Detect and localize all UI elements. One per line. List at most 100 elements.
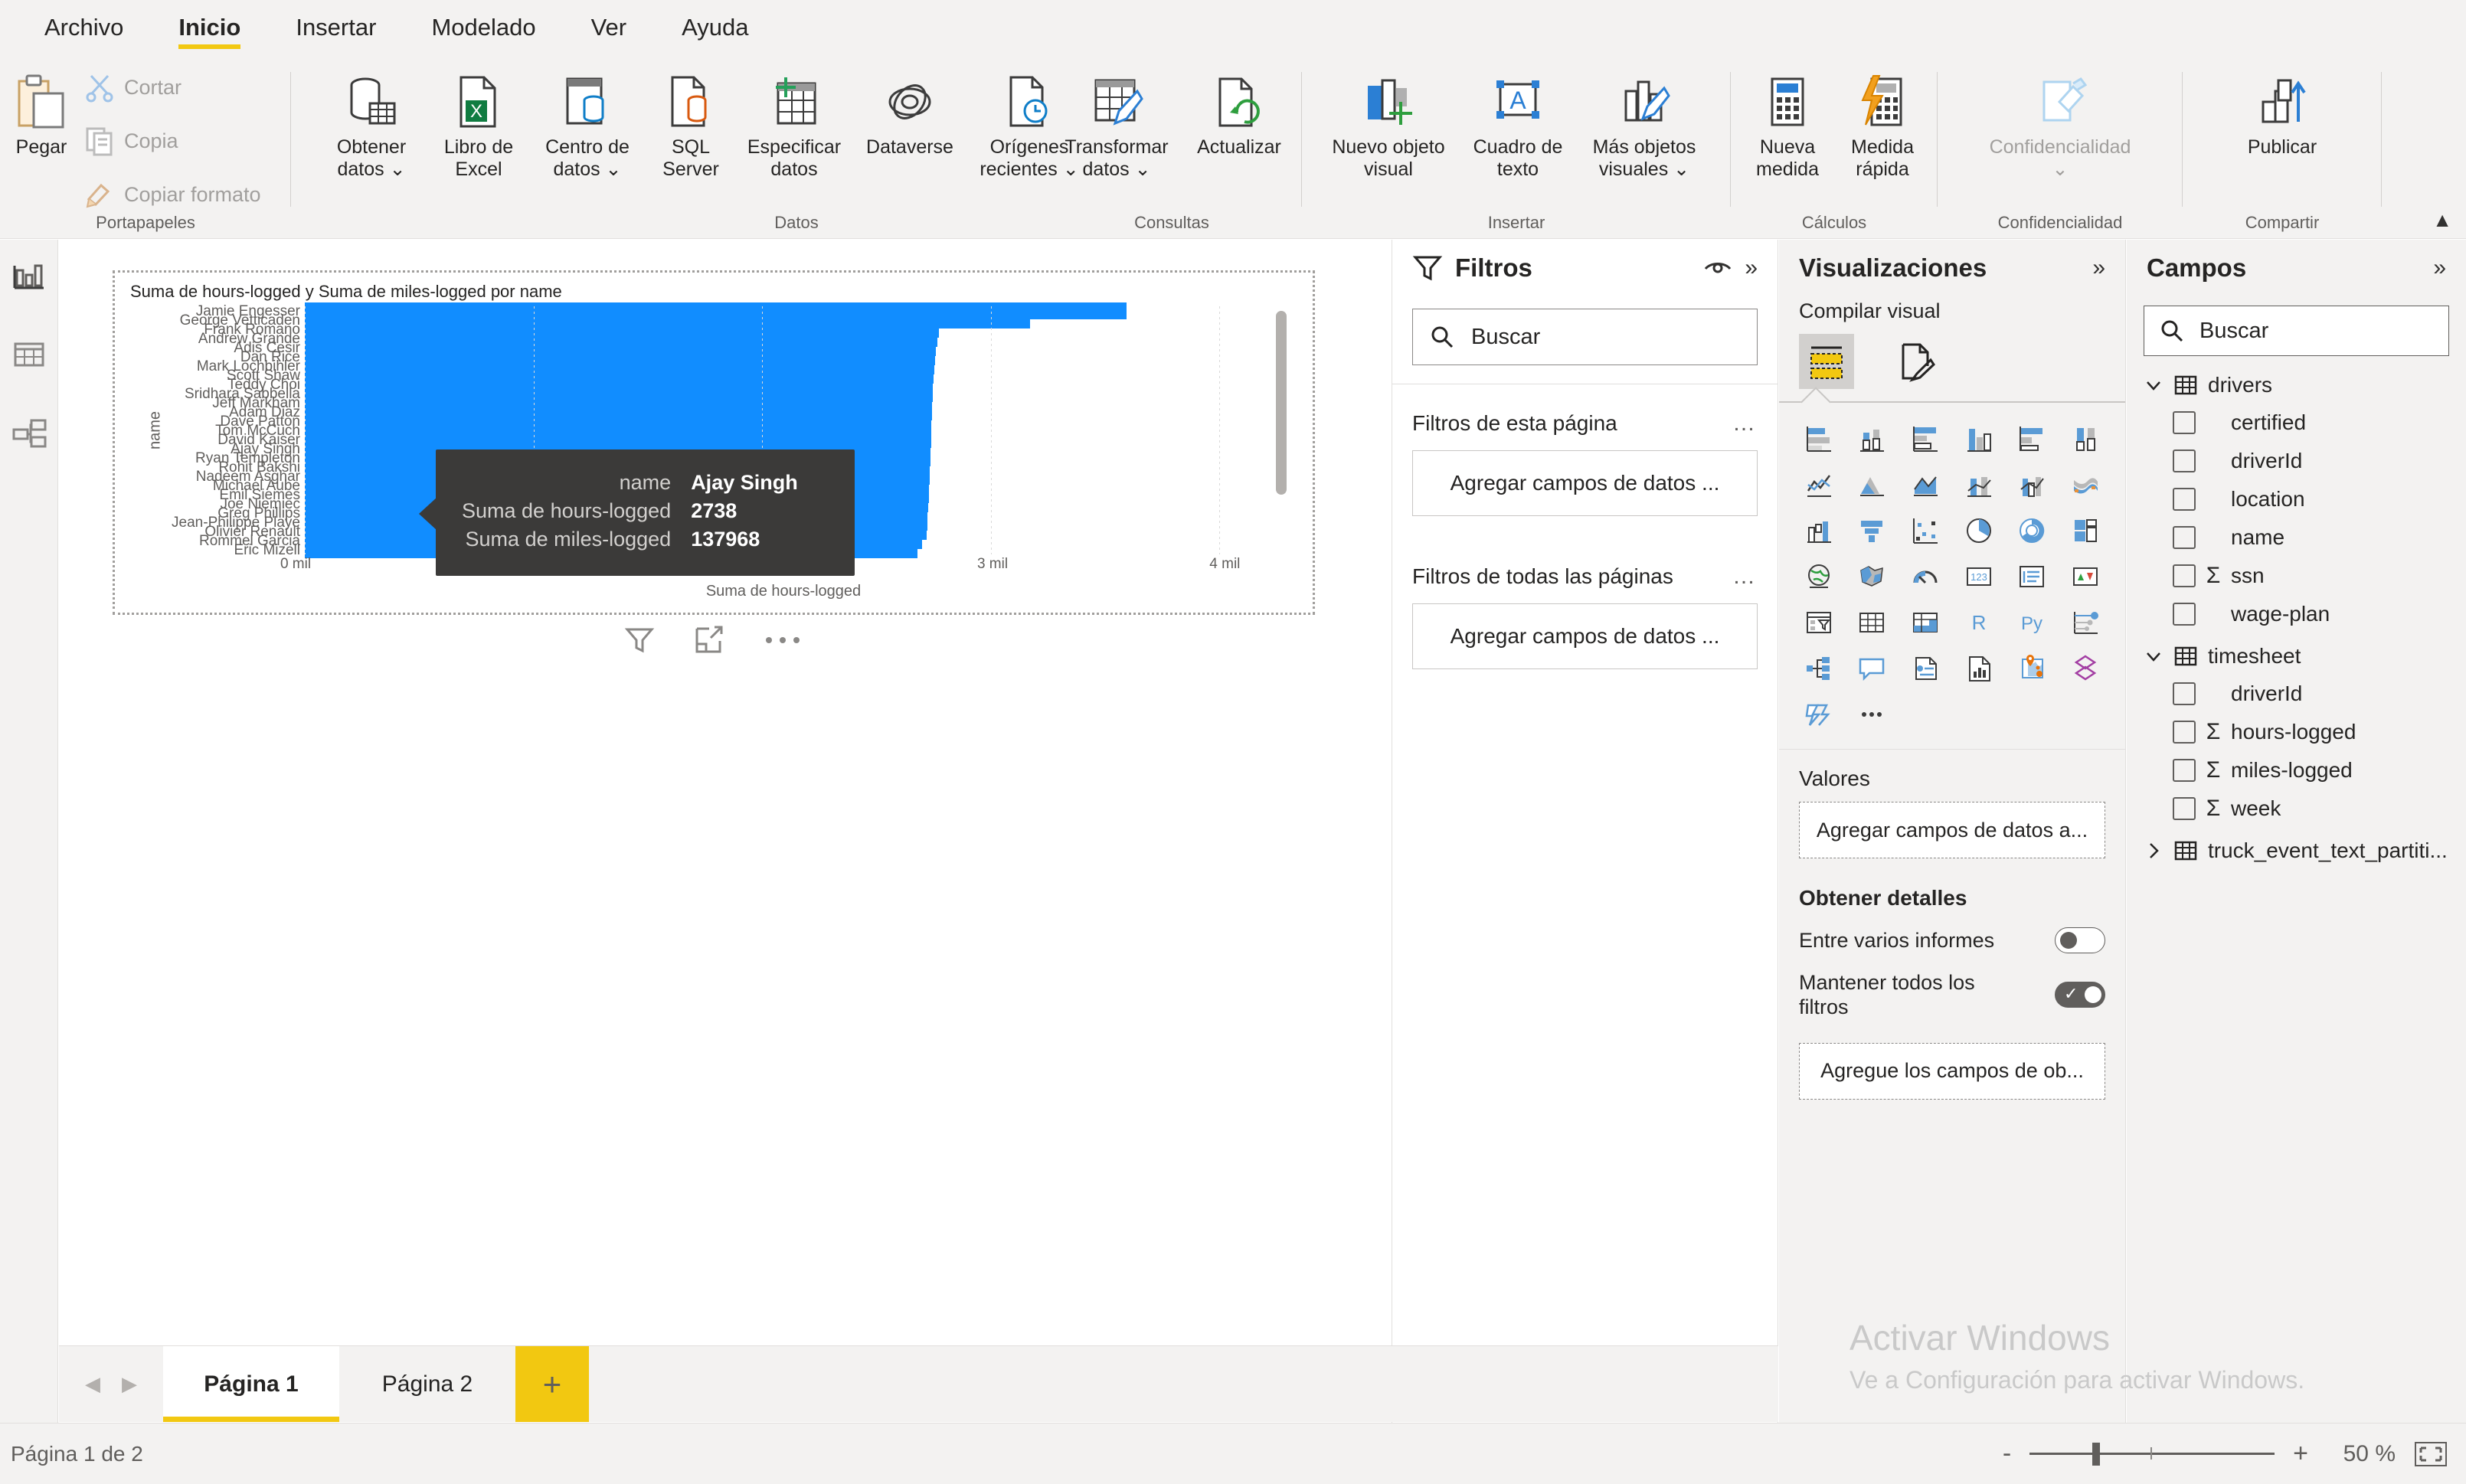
get-data-button[interactable]: Obtener datos ⌄ <box>314 69 429 181</box>
field-driverid[interactable]: ΣdriverId <box>2173 448 2466 474</box>
key-influencers-visual-icon[interactable] <box>2059 602 2111 643</box>
publish-button[interactable]: Publicar <box>2213 69 2351 159</box>
collapse-filters-chevron-icon[interactable]: » <box>1745 255 1758 281</box>
qna-visual-icon[interactable] <box>1846 648 1899 689</box>
field-checkbox[interactable] <box>2173 603 2196 626</box>
slicer-visual-icon[interactable] <box>1793 602 1845 643</box>
filters-search-input[interactable]: Buscar <box>1412 309 1758 365</box>
visual-type-gallery[interactable]: 123 R Py <box>1793 418 2111 735</box>
zoom-slider[interactable] <box>2029 1443 2275 1466</box>
bar-chart-visual[interactable]: Suma de hours-logged y Suma de miles-log… <box>113 270 1315 615</box>
table-visual-icon[interactable] <box>1846 602 1899 643</box>
line-stacked-column-chart-icon[interactable] <box>1953 464 2005 505</box>
excel-workbook-button[interactable]: X Libro de Excel <box>429 69 528 181</box>
focus-mode-icon[interactable] <box>692 624 724 656</box>
ribbon-tab-insertar[interactable]: Insertar <box>268 0 404 55</box>
power-apps-visual-icon[interactable] <box>2059 648 2111 689</box>
field-name[interactable]: Σname <box>2173 525 2466 551</box>
clustered-bar-chart-icon[interactable] <box>1899 418 1951 459</box>
zoom-out-button[interactable]: - <box>2003 1439 2011 1469</box>
data-hub-button[interactable]: Centro de datos ⌄ <box>530 69 645 181</box>
matrix-visual-icon[interactable] <box>1899 602 1951 643</box>
new-measure-button[interactable]: Nueva medida <box>1740 69 1835 181</box>
keep-all-filters-toggle[interactable] <box>2055 982 2105 1008</box>
all-pages-filters-drop-zone[interactable]: Agregar campos de datos ... <box>1412 603 1758 669</box>
fields-table-truck-event-text-partiti-[interactable]: truck_event_text_partiti... <box>2144 838 2466 863</box>
collapse-visualizations-chevron-icon[interactable]: » <box>2092 255 2105 281</box>
chart-vertical-scrollbar[interactable] <box>1276 311 1287 495</box>
enter-data-button[interactable]: Especificar datos <box>737 69 852 181</box>
new-visual-button[interactable]: Nuevo objeto visual <box>1317 69 1460 181</box>
line-clustered-column-chart-icon[interactable] <box>2006 464 2059 505</box>
format-painter-button[interactable]: Copiar formato <box>84 179 261 210</box>
more-visuals-ellipsis-icon[interactable] <box>1846 694 1899 735</box>
scatter-chart-icon[interactable] <box>1899 510 1951 551</box>
zoom-slider-thumb[interactable] <box>2092 1443 2101 1466</box>
fields-table-timesheet[interactable]: timesheet <box>2144 644 2466 668</box>
power-automate-visual-icon[interactable] <box>1793 694 1845 735</box>
field-checkbox[interactable] <box>2173 449 2196 472</box>
sensitivity-button[interactable]: Confidencialidad ⌄ <box>1953 69 2167 181</box>
clustered-column-chart-icon[interactable] <box>1953 418 2005 459</box>
field-checkbox[interactable] <box>2173 564 2196 587</box>
kpi-visual-icon[interactable] <box>2059 556 2111 597</box>
python-visual-icon[interactable]: Py <box>2006 602 2059 643</box>
field-location[interactable]: Σlocation <box>2173 486 2466 512</box>
fields-build-icon[interactable] <box>1799 334 1854 389</box>
all-pages-filters-menu-icon[interactable]: … <box>1732 564 1758 590</box>
multi-row-card-visual-icon[interactable] <box>2006 556 2059 597</box>
ribbon-tab-ayuda[interactable]: Ayuda <box>654 0 776 55</box>
map-visual-icon[interactable] <box>1793 556 1845 597</box>
donut-chart-icon[interactable] <box>2006 510 2059 551</box>
field-checkbox[interactable] <box>2173 797 2196 820</box>
funnel-chart-icon[interactable] <box>1846 510 1899 551</box>
chevron-down-icon[interactable] <box>2144 646 2163 666</box>
report-canvas[interactable]: Suma de hours-logged y Suma de miles-log… <box>59 240 1392 1345</box>
stacked-bar-chart-icon[interactable] <box>1793 418 1845 459</box>
cut-button[interactable]: Cortar <box>84 72 182 103</box>
collapse-fields-chevron-icon[interactable]: » <box>2433 255 2446 281</box>
report-view-icon[interactable] <box>11 258 47 295</box>
field-driverid[interactable]: ΣdriverId <box>2173 681 2466 707</box>
area-chart-icon[interactable] <box>1846 464 1899 505</box>
field-wage-plan[interactable]: Σwage-plan <box>2173 601 2466 627</box>
pie-chart-icon[interactable] <box>1953 510 2005 551</box>
field-checkbox[interactable] <box>2173 759 2196 782</box>
fit-to-page-icon[interactable] <box>2414 1441 2448 1467</box>
field-ssn[interactable]: Σssn <box>2173 563 2466 589</box>
add-page-button[interactable]: + <box>515 1346 589 1422</box>
line-chart-icon[interactable] <box>1793 464 1845 505</box>
chevron-down-icon[interactable] <box>2144 375 2163 395</box>
filled-map-visual-icon[interactable] <box>1846 556 1899 597</box>
azure-map-visual-icon[interactable] <box>2006 648 2059 689</box>
text-box-button[interactable]: A Cuadro de texto <box>1460 69 1576 181</box>
format-paint-icon[interactable] <box>1889 334 1944 389</box>
page-next-icon[interactable]: ▶ <box>122 1372 137 1396</box>
collapse-ribbon-chevron-icon[interactable]: ▲ <box>2432 208 2452 232</box>
model-view-icon[interactable] <box>11 414 47 451</box>
filter-icon[interactable] <box>623 624 656 656</box>
stacked-area-chart-icon[interactable] <box>1899 464 1951 505</box>
r-script-visual-icon[interactable]: R <box>1953 602 2005 643</box>
quick-measure-button[interactable]: Medida rápida <box>1835 69 1930 181</box>
page-tab-pagina-1[interactable]: Página 1 <box>163 1346 339 1422</box>
treemap-chart-icon[interactable] <box>2059 510 2111 551</box>
copy-button[interactable]: Copia <box>84 126 178 156</box>
transform-data-button[interactable]: Transformar datos ⌄ <box>1049 69 1184 181</box>
decomposition-tree-visual-icon[interactable] <box>1793 648 1845 689</box>
paste-button[interactable]: Pegar <box>6 69 77 159</box>
gauge-visual-icon[interactable] <box>1899 556 1951 597</box>
smart-narrative-visual-icon[interactable] <box>1899 648 1951 689</box>
field-checkbox[interactable] <box>2173 488 2196 511</box>
field-certified[interactable]: Σcertified <box>2173 410 2466 436</box>
field-hours-logged[interactable]: Σhours-logged <box>2173 719 2466 745</box>
sql-server-button[interactable]: SQL Server <box>645 69 737 181</box>
field-checkbox[interactable] <box>2173 526 2196 549</box>
refresh-button[interactable]: Actualizar <box>1186 69 1293 159</box>
stacked-column-chart-icon[interactable] <box>1846 418 1899 459</box>
100-stacked-column-chart-icon[interactable] <box>2059 418 2111 459</box>
page-tab-pagina-2[interactable]: Página 2 <box>339 1346 515 1422</box>
ribbon-tab-ver[interactable]: Ver <box>564 0 655 55</box>
ribbon-tab-modelado[interactable]: Modelado <box>404 0 563 55</box>
zoom-in-button[interactable]: + <box>2293 1439 2308 1469</box>
